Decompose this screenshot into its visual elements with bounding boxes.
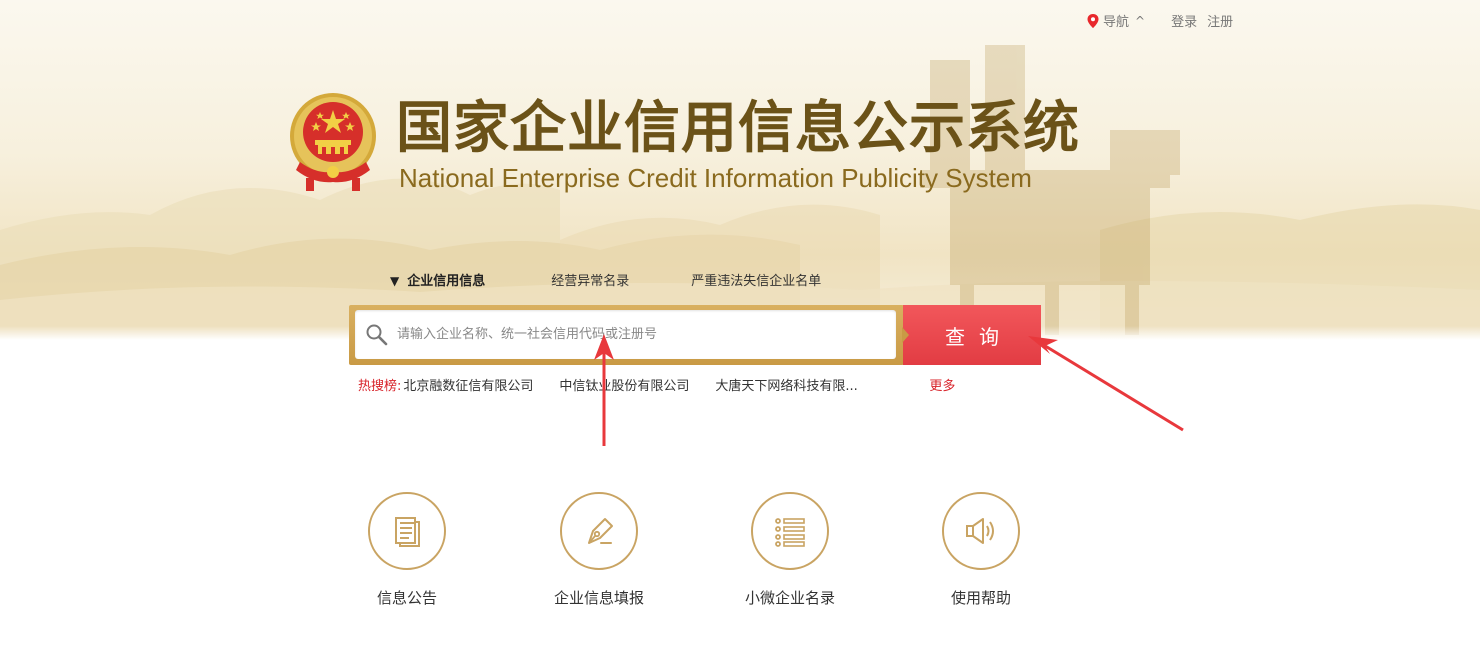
hot-search-item[interactable]: 北京融数征信有限公司	[403, 375, 533, 394]
list-icon	[775, 518, 805, 547]
feature-label: 信息公告	[376, 589, 437, 607]
top-bar: 导航 ^ 登录 注册	[1087, 11, 1233, 30]
more-link[interactable]: 更多	[929, 375, 955, 394]
feature-help[interactable]: 使用帮助	[921, 492, 1041, 608]
query-button[interactable]: 查询	[902, 305, 1041, 365]
login-link[interactable]: 登录	[1171, 11, 1197, 30]
nav-menu[interactable]: 导航 ^	[1087, 11, 1145, 30]
tab-blacklist[interactable]: 严重违法失信企业名单	[691, 270, 821, 289]
feature-small-enterprise-list[interactable]: 小微企业名录	[730, 492, 850, 608]
hot-search-item[interactable]: 中信钛业股份有限公司	[559, 375, 689, 394]
feature-enterprise-report[interactable]: 企业信息填报	[539, 492, 659, 608]
search-input[interactable]	[397, 310, 887, 359]
feature-circle	[942, 492, 1020, 570]
feature-label: 小微企业名录	[744, 589, 835, 607]
page-title: 国家企业信用信息公示系统	[396, 96, 1080, 161]
speaker-icon	[966, 518, 994, 544]
feature-info-notice[interactable]: 信息公告	[347, 492, 467, 608]
national-emblem-icon	[290, 93, 376, 191]
search-icon	[366, 324, 388, 346]
hot-search-item[interactable]: 大唐天下网络科技有限...	[715, 375, 875, 394]
feature-label: 企业信息填报	[553, 589, 644, 607]
document-icon	[395, 517, 420, 547]
feature-circle	[368, 492, 446, 570]
hot-search-label: 热搜榜:	[358, 379, 402, 394]
chevron-up-icon: ^	[1135, 13, 1146, 28]
search-tabs: ▼ 企业信用信息 经营异常名录 严重违法失信企业名单	[390, 270, 821, 289]
feature-circle	[560, 492, 638, 570]
pen-icon	[588, 518, 613, 544]
register-link[interactable]: 注册	[1207, 11, 1233, 30]
feature-circle	[751, 492, 829, 570]
search-input-wrapper	[355, 310, 896, 359]
triangle-down-icon: ▼	[390, 274, 400, 288]
tab-abnormal-list[interactable]: 经营异常名录	[551, 270, 629, 289]
nav-label: 导航	[1103, 15, 1130, 30]
page-subtitle: National Enterprise Credit Information P…	[399, 163, 1032, 193]
tab-label: 企业信用信息	[407, 274, 486, 289]
tab-enterprise-credit[interactable]: ▼ 企业信用信息	[390, 270, 485, 289]
hot-search-bar: 热搜榜: 北京融数征信有限公司 中信钛业股份有限公司 大唐天下网络科技有限...…	[358, 375, 955, 394]
feature-label: 使用帮助	[950, 589, 1011, 607]
location-pin-icon	[1087, 13, 1099, 28]
red-arrow-diagonal	[1028, 336, 1184, 432]
search-box	[349, 305, 904, 365]
